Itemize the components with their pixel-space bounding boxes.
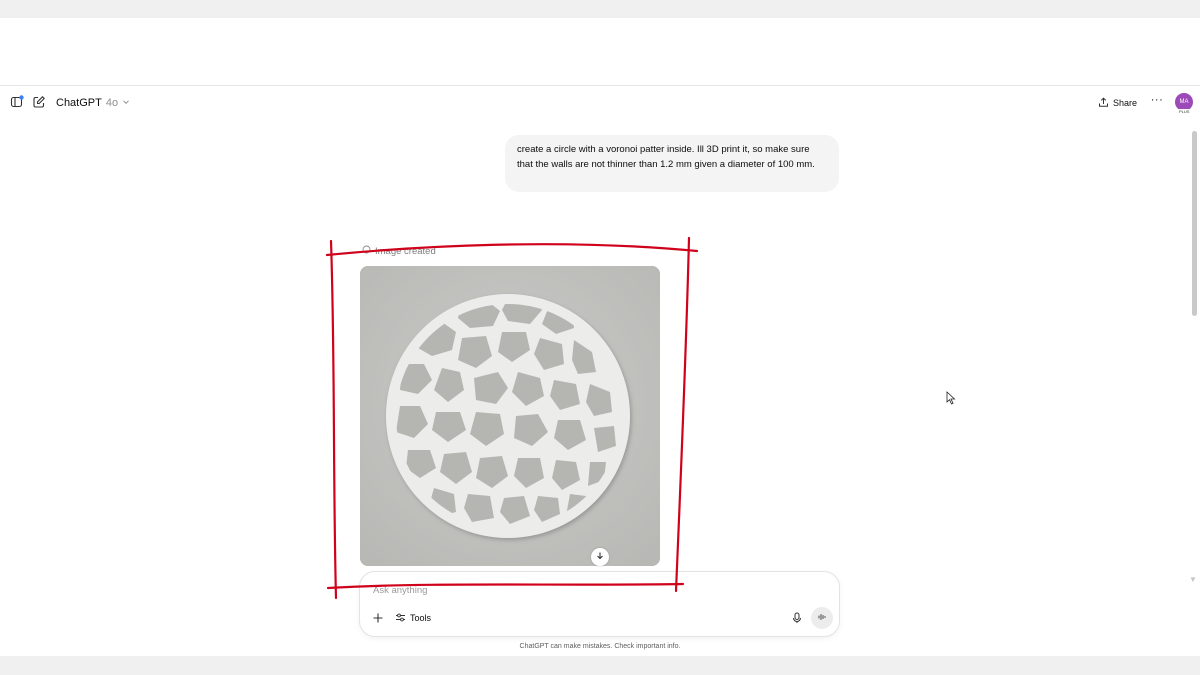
- chevron-down-icon: [122, 97, 130, 109]
- model-name: ChatGPT: [56, 97, 102, 109]
- download-image-button[interactable]: [591, 548, 609, 566]
- model-version: 4o: [105, 97, 119, 109]
- image-icon: [362, 245, 371, 257]
- microphone-icon[interactable]: [790, 611, 804, 625]
- voice-mode-button[interactable]: [811, 607, 833, 629]
- tools-icon: [395, 612, 406, 625]
- top-blank-area: [0, 18, 1200, 86]
- app-window: ChatGPT 4o Share ··· MA PLUS ▼ create a …: [0, 18, 1200, 656]
- mouse-cursor-icon: [946, 391, 956, 405]
- scrollbar-thumb[interactable]: [1192, 131, 1197, 316]
- share-label: Share: [1113, 98, 1138, 108]
- user-message: create a circle with a voronoi patter in…: [505, 135, 839, 192]
- sidebar-toggle-icon[interactable]: [10, 95, 24, 109]
- share-button[interactable]: Share: [1098, 95, 1137, 111]
- message-composer: Tools: [359, 571, 840, 637]
- scroll-down-arrow-icon[interactable]: ▼: [1189, 575, 1197, 584]
- share-icon: [1098, 97, 1109, 110]
- new-chat-icon[interactable]: [32, 95, 46, 109]
- more-options-button[interactable]: ···: [1149, 94, 1165, 110]
- tools-button[interactable]: Tools: [395, 611, 431, 625]
- image-created-text: Image created: [375, 245, 436, 257]
- plus-icon[interactable]: [371, 611, 385, 625]
- voice-mode-icon: [817, 609, 827, 627]
- chat-header: ChatGPT 4o Share ··· MA PLUS: [0, 87, 1200, 119]
- prompt-input[interactable]: [373, 582, 813, 598]
- plan-badge: PLUS: [1178, 109, 1191, 114]
- download-icon: [595, 548, 605, 566]
- model-selector[interactable]: ChatGPT 4o: [56, 95, 130, 111]
- tools-label: Tools: [410, 613, 432, 623]
- generated-image[interactable]: [360, 266, 660, 566]
- disclaimer-text: ChatGPT can make mistakes. Check importa…: [519, 643, 681, 650]
- image-created-label: Image created: [362, 245, 436, 257]
